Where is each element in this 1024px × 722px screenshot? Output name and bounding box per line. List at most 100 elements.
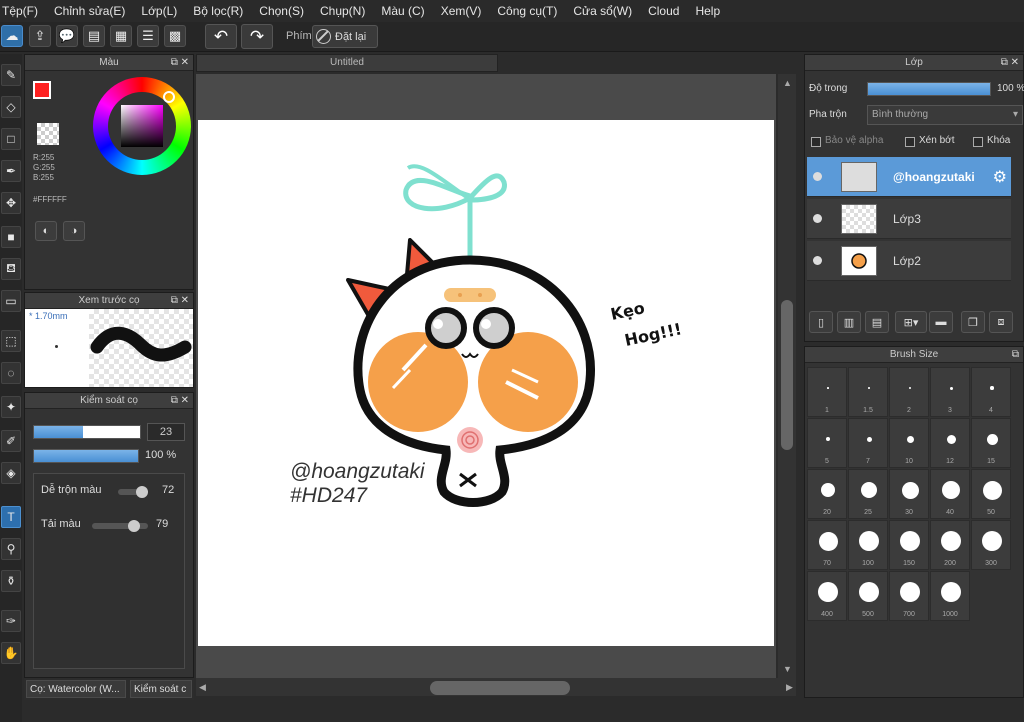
reset-button[interactable]: Đặt lại <box>312 25 378 48</box>
brush-size-cell[interactable]: 50 <box>971 469 1011 519</box>
document-tab[interactable]: Untitled <box>196 54 498 72</box>
message-icon[interactable]: ▤ <box>83 25 105 47</box>
redo-icon[interactable]: ↷ <box>241 24 273 49</box>
folder-icon[interactable]: ▬ <box>929 311 953 333</box>
brush-size-cell[interactable]: 30 <box>889 469 929 519</box>
foreground-color-swatch[interactable] <box>33 81 51 99</box>
brush-size-cell[interactable]: 20 <box>807 469 847 519</box>
dropper-tool-icon[interactable]: ✑ <box>1 610 21 632</box>
fill-rect-tool-icon[interactable]: ■ <box>1 226 21 248</box>
panel-close-icon[interactable]: ⧉ ✕ <box>171 393 189 409</box>
brush-tool-icon[interactable]: ✎ <box>1 64 21 86</box>
menu-view[interactable]: Xem(V) <box>441 4 482 18</box>
visibility-icon[interactable] <box>813 214 822 223</box>
transparent-color-swatch[interactable] <box>37 123 59 145</box>
menu-capture[interactable]: Chụp(N) <box>320 4 365 18</box>
magic-wand-tool-icon[interactable]: ✦ <box>1 396 21 418</box>
brush-size-cell[interactable]: 15 <box>971 418 1011 468</box>
brush-size-cell[interactable]: 500 <box>848 571 888 621</box>
duplicate-layer-icon[interactable]: ❐ <box>961 311 985 333</box>
pen-tool-icon[interactable]: ✒ <box>1 160 21 182</box>
brush-size-slider[interactable] <box>33 425 141 439</box>
menu-select[interactable]: Chọn(S) <box>259 4 304 18</box>
brush-size-cell[interactable]: 1.5 <box>848 367 888 417</box>
document-icon[interactable]: ▦ <box>110 25 132 47</box>
reload-slider[interactable] <box>92 520 148 532</box>
brush-size-cell[interactable]: 400 <box>807 571 847 621</box>
brush-opacity-slider[interactable] <box>33 449 139 463</box>
move-tool-icon[interactable]: ✥ <box>1 192 21 214</box>
tab-brush-control[interactable]: Kiểm soát c <box>130 680 192 698</box>
tab-brush-watercolor[interactable]: Cọ: Watercolor (W... <box>26 680 126 698</box>
scroll-down-icon[interactable]: ▼ <box>783 664 792 674</box>
brush-size-value[interactable]: 23 <box>147 423 185 441</box>
list-icon[interactable]: ☰ <box>137 25 159 47</box>
add-layer-dropdown-icon[interactable]: ⊞▾ <box>895 311 927 333</box>
brush-size-cell[interactable]: 10 <box>889 418 929 468</box>
hand-tool-icon[interactable]: ✋ <box>1 642 21 664</box>
layer-row[interactable]: @hoangzutaki ⚙ <box>807 157 1011 197</box>
brush-size-cell[interactable]: 100 <box>848 520 888 570</box>
brush-size-cell[interactable]: 2 <box>889 367 929 417</box>
horizontal-scroll-thumb[interactable] <box>430 681 570 695</box>
undo-icon[interactable]: ↶ <box>205 24 237 49</box>
marquee-tool-icon[interactable]: ⬚ <box>1 330 21 352</box>
brush-size-cell[interactable]: 150 <box>889 520 929 570</box>
layer-row[interactable]: Lớp2 <box>807 241 1011 281</box>
bucket-tool-icon[interactable]: ⛾ <box>1 258 21 280</box>
protect-alpha-checkbox[interactable] <box>811 137 821 147</box>
select-eraser-tool-icon[interactable]: ◈ <box>1 462 21 484</box>
visibility-icon[interactable] <box>813 172 822 181</box>
brush-size-cell[interactable]: 7 <box>848 418 888 468</box>
menu-tools[interactable]: Công cụ(T) <box>497 4 557 18</box>
drawing-canvas[interactable]: @hoangzutaki #HD247 Kẹo Hog!!! <box>198 120 774 646</box>
panel-close-icon[interactable]: ⧉ <box>1012 347 1019 363</box>
menu-file[interactable]: Tệp(F) <box>2 4 38 18</box>
brush-size-cell[interactable]: 700 <box>889 571 929 621</box>
brush-size-cell[interactable]: 70 <box>807 520 847 570</box>
saturation-value-square[interactable] <box>121 105 163 147</box>
brush-size-cell[interactable]: 300 <box>971 520 1011 570</box>
gradient-tool-icon[interactable]: ▭ <box>1 290 21 312</box>
comment-icon[interactable]: 💬 <box>56 25 78 47</box>
layer-row[interactable]: Lớp3 <box>807 199 1011 239</box>
menu-filter[interactable]: Bộ lọc(R) <box>193 4 243 18</box>
brush-size-cell[interactable]: 1 <box>807 367 847 417</box>
lasso-tool-icon[interactable]: ◌ <box>1 362 21 384</box>
layer-blend-select[interactable]: Bình thường ▾ <box>867 105 1023 125</box>
brush-size-cell[interactable]: 200 <box>930 520 970 570</box>
panel-close-icon[interactable]: ⧉ ✕ <box>1001 55 1019 71</box>
gear-icon[interactable]: ⚙ <box>993 167 1007 187</box>
menu-color[interactable]: Màu (C) <box>381 4 424 18</box>
select-pen-tool-icon[interactable]: ✐ <box>1 430 21 452</box>
clipping-checkbox[interactable] <box>905 137 915 147</box>
brush-size-cell[interactable]: 12 <box>930 418 970 468</box>
zoom-tool-icon[interactable]: ⚲ <box>1 538 21 560</box>
palette-icon[interactable]: ◐ <box>35 221 57 241</box>
brush-size-cell[interactable]: 4 <box>971 367 1011 417</box>
merge-layer-icon[interactable]: ⧈ <box>989 311 1013 333</box>
brush-size-cell[interactable]: 5 <box>807 418 847 468</box>
new-layer-icon[interactable]: ▯ <box>809 311 833 333</box>
menu-layer[interactable]: Lớp(L) <box>141 4 177 18</box>
cloud-icon[interactable]: ☁ <box>1 25 23 47</box>
menu-edit[interactable]: Chỉnh sửa(E) <box>54 4 125 18</box>
eraser-tool-icon[interactable]: ◇ <box>1 96 21 118</box>
blend-slider[interactable] <box>118 486 148 498</box>
brush-size-cell[interactable]: 25 <box>848 469 888 519</box>
menu-window[interactable]: Cửa sổ(W) <box>573 4 632 18</box>
text-tool-icon[interactable]: T <box>1 506 21 528</box>
grid-icon[interactable]: ▩ <box>164 25 186 47</box>
eyedropper-tool-icon[interactable]: ⚱ <box>1 570 21 592</box>
new-layer-1bit-icon[interactable]: ▤ <box>865 311 889 333</box>
layer-opacity-slider[interactable] <box>867 82 991 96</box>
scroll-right-icon[interactable]: ▶ <box>786 682 793 693</box>
lock-checkbox[interactable] <box>973 137 983 147</box>
scroll-left-icon[interactable]: ◀ <box>199 682 206 693</box>
menu-cloud[interactable]: Cloud <box>648 4 679 18</box>
brush-size-cell[interactable]: 40 <box>930 469 970 519</box>
brush-size-cell[interactable]: 1000 <box>930 571 970 621</box>
panel-close-icon[interactable]: ⧉ ✕ <box>171 55 189 71</box>
vertical-scroll-thumb[interactable] <box>781 300 793 450</box>
panel-close-icon[interactable]: ⧉ ✕ <box>171 293 189 309</box>
